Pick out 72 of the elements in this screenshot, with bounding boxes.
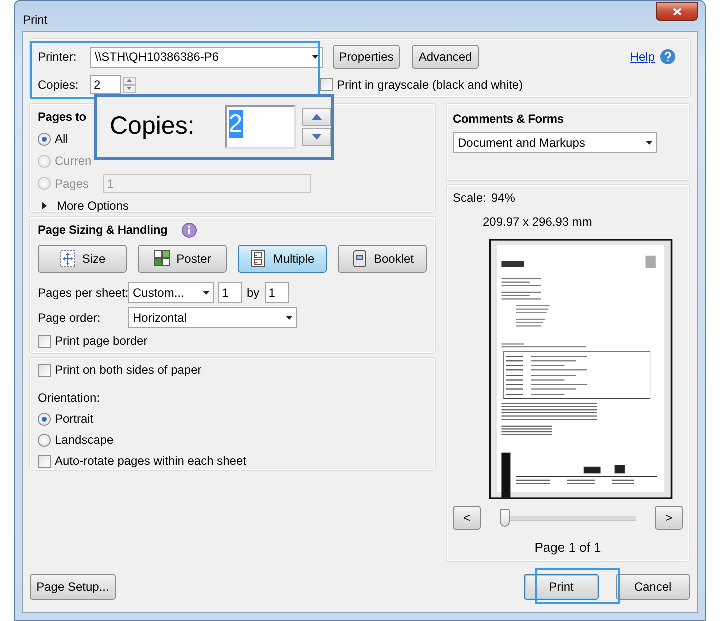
checkbox[interactable]	[320, 78, 333, 91]
radio-button[interactable]	[38, 132, 51, 146]
properties-button[interactable]: Properties	[333, 45, 400, 69]
booklet-icon	[350, 250, 368, 268]
page-order-label: Page order:	[38, 310, 102, 326]
group-title: Pages to	[38, 109, 86, 126]
help-icon	[660, 49, 676, 65]
caret-icon	[646, 140, 653, 144]
printer-select[interactable]: \\STH\QH10386386-P6	[90, 46, 323, 68]
radio-label: All	[55, 131, 68, 148]
radio-label: Landscape	[55, 432, 114, 449]
checkbox[interactable]	[38, 334, 51, 348]
print-button[interactable]: Print	[524, 574, 599, 600]
slider-handle[interactable]	[500, 508, 510, 526]
sizing-mode-button[interactable]: Size	[38, 245, 127, 273]
help-link[interactable]: Help	[630, 48, 655, 66]
printer-label: Printer:	[38, 49, 78, 66]
caret-icon	[286, 316, 293, 320]
paper-size-label: 209.97 x 296.93 mm	[483, 214, 594, 231]
scale-value: 94%	[491, 190, 516, 207]
group-title: Page Sizing & Handling	[38, 222, 168, 239]
caret-icon	[312, 55, 319, 59]
radio-button[interactable]	[38, 434, 51, 446]
comments-select[interactable]: Document and Markups	[453, 132, 657, 153]
sizing-mode-button[interactable]: Multiple	[238, 245, 327, 273]
spin-up-button[interactable]	[302, 108, 331, 126]
columns-field[interactable]: 1	[218, 282, 242, 303]
spin-up-button[interactable]	[123, 76, 136, 84]
advanced-button[interactable]: Advanced	[412, 45, 479, 69]
rows-field[interactable]: 1	[264, 282, 289, 303]
by-label: by	[247, 284, 260, 302]
checkbox-label: Auto-rotate pages within each sheet	[55, 453, 246, 470]
checkbox-label: Print page border	[55, 333, 148, 350]
sizing-mode-button[interactable]: Booklet	[338, 245, 427, 273]
radio-label: Portrait	[55, 411, 94, 428]
down-arrow-icon	[312, 134, 322, 140]
down-arrow-icon	[127, 87, 132, 90]
checkbox[interactable]	[38, 454, 51, 468]
resize-icon	[59, 250, 76, 268]
radio-label: Curren	[55, 153, 92, 170]
caret-icon	[203, 290, 210, 294]
info-icon	[182, 222, 197, 238]
checkbox-label: Print on both sides of paper	[55, 362, 202, 379]
up-arrow-icon	[127, 79, 132, 82]
cancel-button[interactable]: Cancel	[616, 574, 690, 600]
pages-icon	[250, 250, 268, 268]
grayscale-label: Print in grayscale (black and white)	[337, 76, 524, 94]
spin-down-button[interactable]	[302, 128, 331, 146]
previous-page-button[interactable]: <	[453, 506, 481, 530]
callout-copies-label: Copies:	[110, 111, 195, 142]
copies-label: Copies:	[38, 76, 80, 94]
page-setup-button[interactable]: Page Setup...	[30, 574, 116, 600]
page-order-select[interactable]: Horizontal	[128, 307, 297, 328]
expand-triangle-icon	[42, 202, 47, 210]
radio-button[interactable]	[38, 412, 51, 426]
more-options-link[interactable]: More Options	[57, 197, 130, 215]
pages-per-sheet-select[interactable]: Custom...	[128, 282, 214, 303]
checkbox[interactable]	[38, 364, 51, 376]
page-count-label: Page 1 of 1	[534, 538, 602, 557]
scale-label: Scale:	[453, 190, 486, 207]
close-icon	[672, 8, 682, 16]
close-button[interactable]	[656, 2, 698, 21]
copies-field[interactable]: 2	[90, 75, 121, 94]
group-title: Comments & Forms	[453, 111, 564, 128]
next-page-button[interactable]: >	[655, 506, 683, 530]
radio-label: Pages	[55, 176, 90, 192]
sizing-mode-button[interactable]: Poster	[138, 245, 227, 273]
pages-per-sheet-label: Pages per sheet:	[38, 284, 128, 302]
window-title: Print	[23, 12, 48, 29]
orientation-label: Orientation:	[38, 390, 100, 407]
tiles-icon	[154, 250, 171, 268]
up-arrow-icon	[312, 114, 322, 120]
